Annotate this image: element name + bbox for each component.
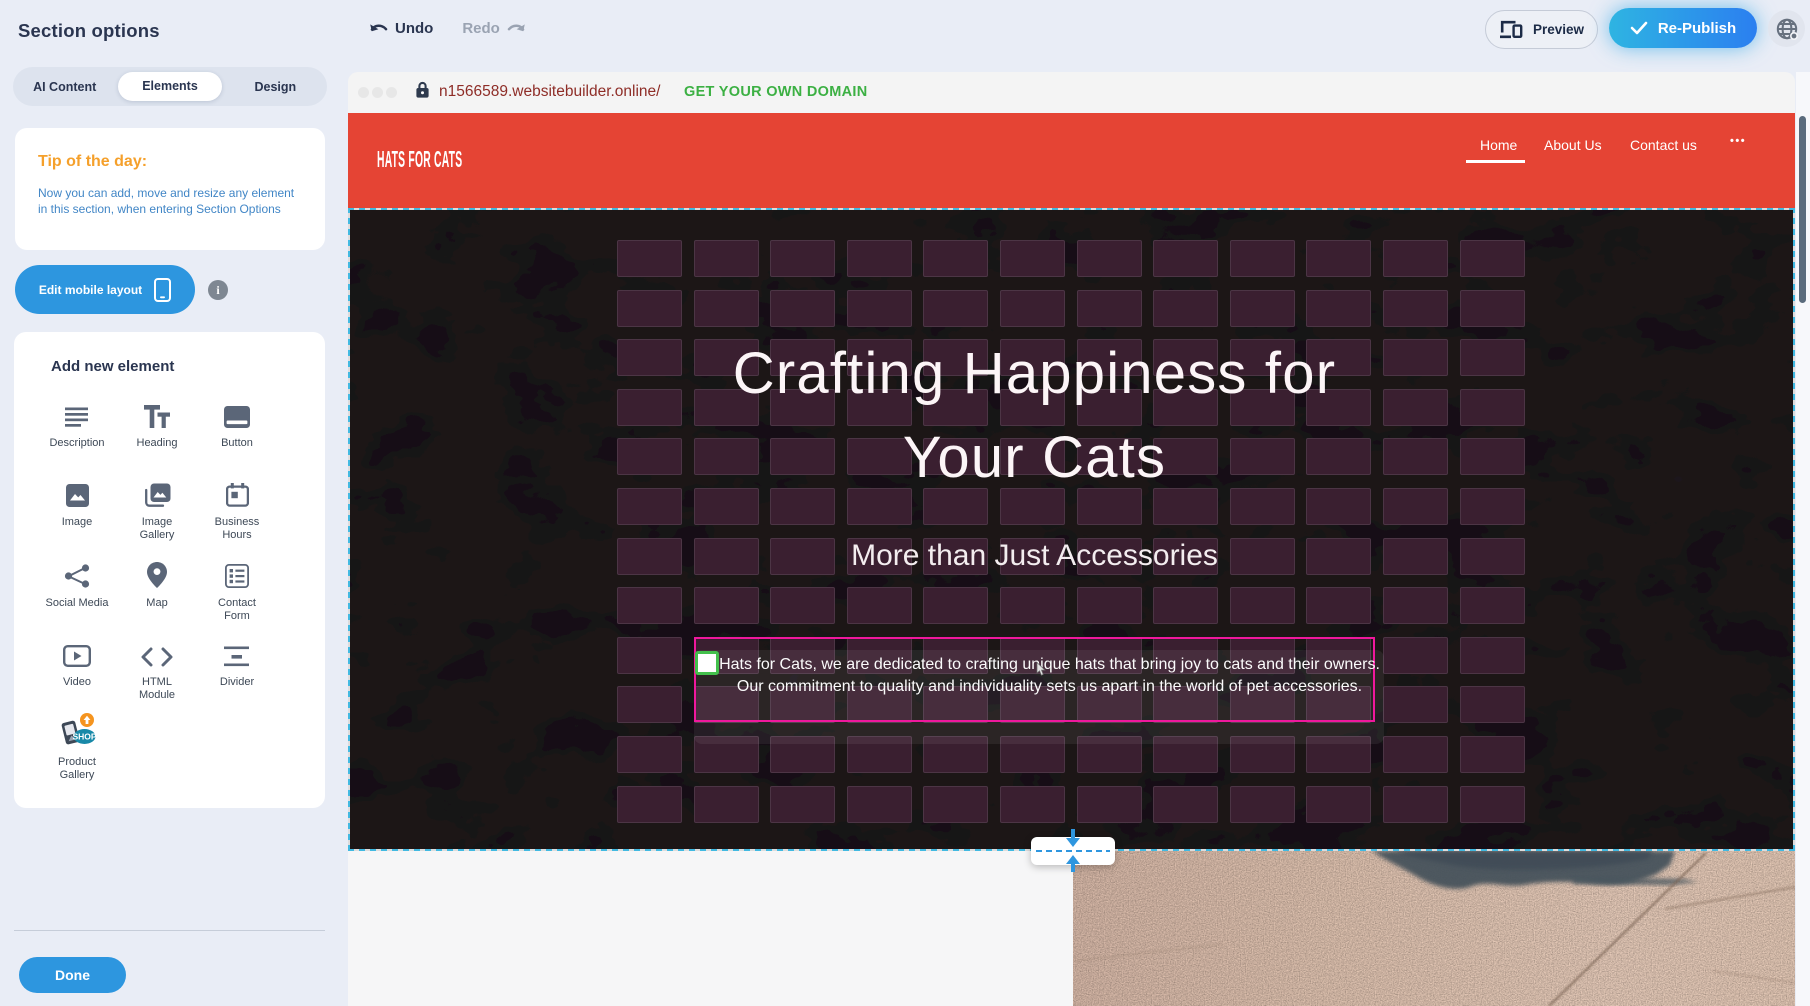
svg-text:SHOP: SHOP [72, 732, 96, 742]
